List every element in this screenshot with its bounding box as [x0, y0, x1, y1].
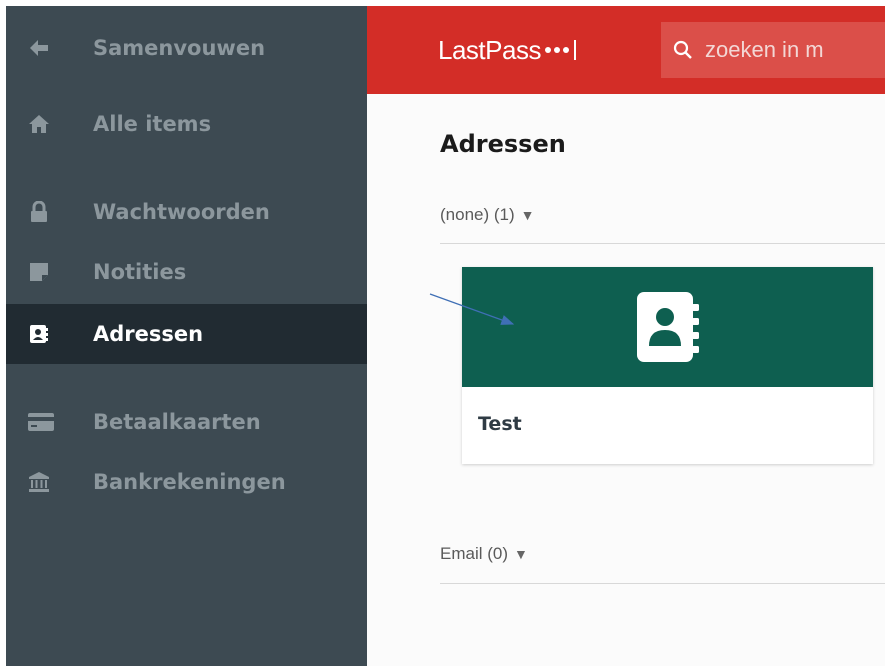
lastpass-logo[interactable]: LastPass — [438, 32, 576, 68]
sidebar-item-collapse[interactable]: Samenvouwen — [6, 18, 367, 78]
sidebar-item-payment-cards[interactable]: Betaalkaarten — [6, 392, 367, 452]
group-header-email[interactable]: Email (0) ▼ — [440, 544, 528, 564]
note-icon — [28, 261, 50, 283]
sidebar-item-label: Samenvouwen — [93, 36, 266, 60]
logo-dots-icon — [544, 40, 576, 60]
sidebar-item-label: Alle items — [93, 112, 212, 136]
search-icon — [661, 22, 705, 78]
caret-down-icon: ▼ — [514, 546, 528, 562]
top-bar: LastPass — [367, 6, 885, 94]
card-banner — [462, 267, 873, 387]
group-label: Email (0) — [440, 544, 509, 563]
sidebar-item-passwords[interactable]: Wachtwoorden — [6, 182, 367, 242]
sidebar-item-bank-accounts[interactable]: Bankrekeningen — [6, 452, 367, 512]
lock-icon — [28, 201, 50, 223]
sidebar: Samenvouwen Alle items Wachtwoorden Noti… — [6, 6, 367, 666]
search-box[interactable] — [661, 22, 885, 78]
group-label: (none) (1) — [440, 205, 515, 224]
main-content: LastPass Adressen (none) (1) ▼ — [367, 6, 885, 666]
address-card[interactable]: Test — [462, 267, 873, 464]
sidebar-item-label: Notities — [93, 260, 187, 284]
sidebar-item-notes[interactable]: Notities — [6, 242, 367, 302]
caret-down-icon: ▼ — [520, 207, 535, 223]
sidebar-item-label: Bankrekeningen — [93, 470, 286, 494]
divider — [440, 243, 885, 244]
page-title: Adressen — [440, 130, 566, 158]
sidebar-item-label: Betaalkaarten — [93, 410, 261, 434]
card-title: Test — [478, 413, 522, 435]
credit-card-icon — [28, 411, 54, 433]
arrow-left-icon — [28, 37, 50, 59]
app-window: Samenvouwen Alle items Wachtwoorden Noti… — [6, 6, 885, 666]
sidebar-item-label: Adressen — [93, 322, 204, 346]
address-book-icon — [637, 292, 699, 362]
sidebar-item-addresses[interactable]: Adressen — [6, 304, 367, 364]
sidebar-item-all-items[interactable]: Alle items — [6, 94, 367, 154]
divider — [440, 583, 885, 584]
logo-text: LastPass — [438, 34, 541, 65]
home-icon — [28, 113, 50, 135]
sidebar-item-label: Wachtwoorden — [93, 200, 270, 224]
group-header-none[interactable]: (none) (1) ▼ — [440, 205, 535, 225]
bank-icon — [28, 471, 50, 493]
address-book-icon — [28, 323, 50, 345]
search-input[interactable] — [705, 37, 885, 63]
